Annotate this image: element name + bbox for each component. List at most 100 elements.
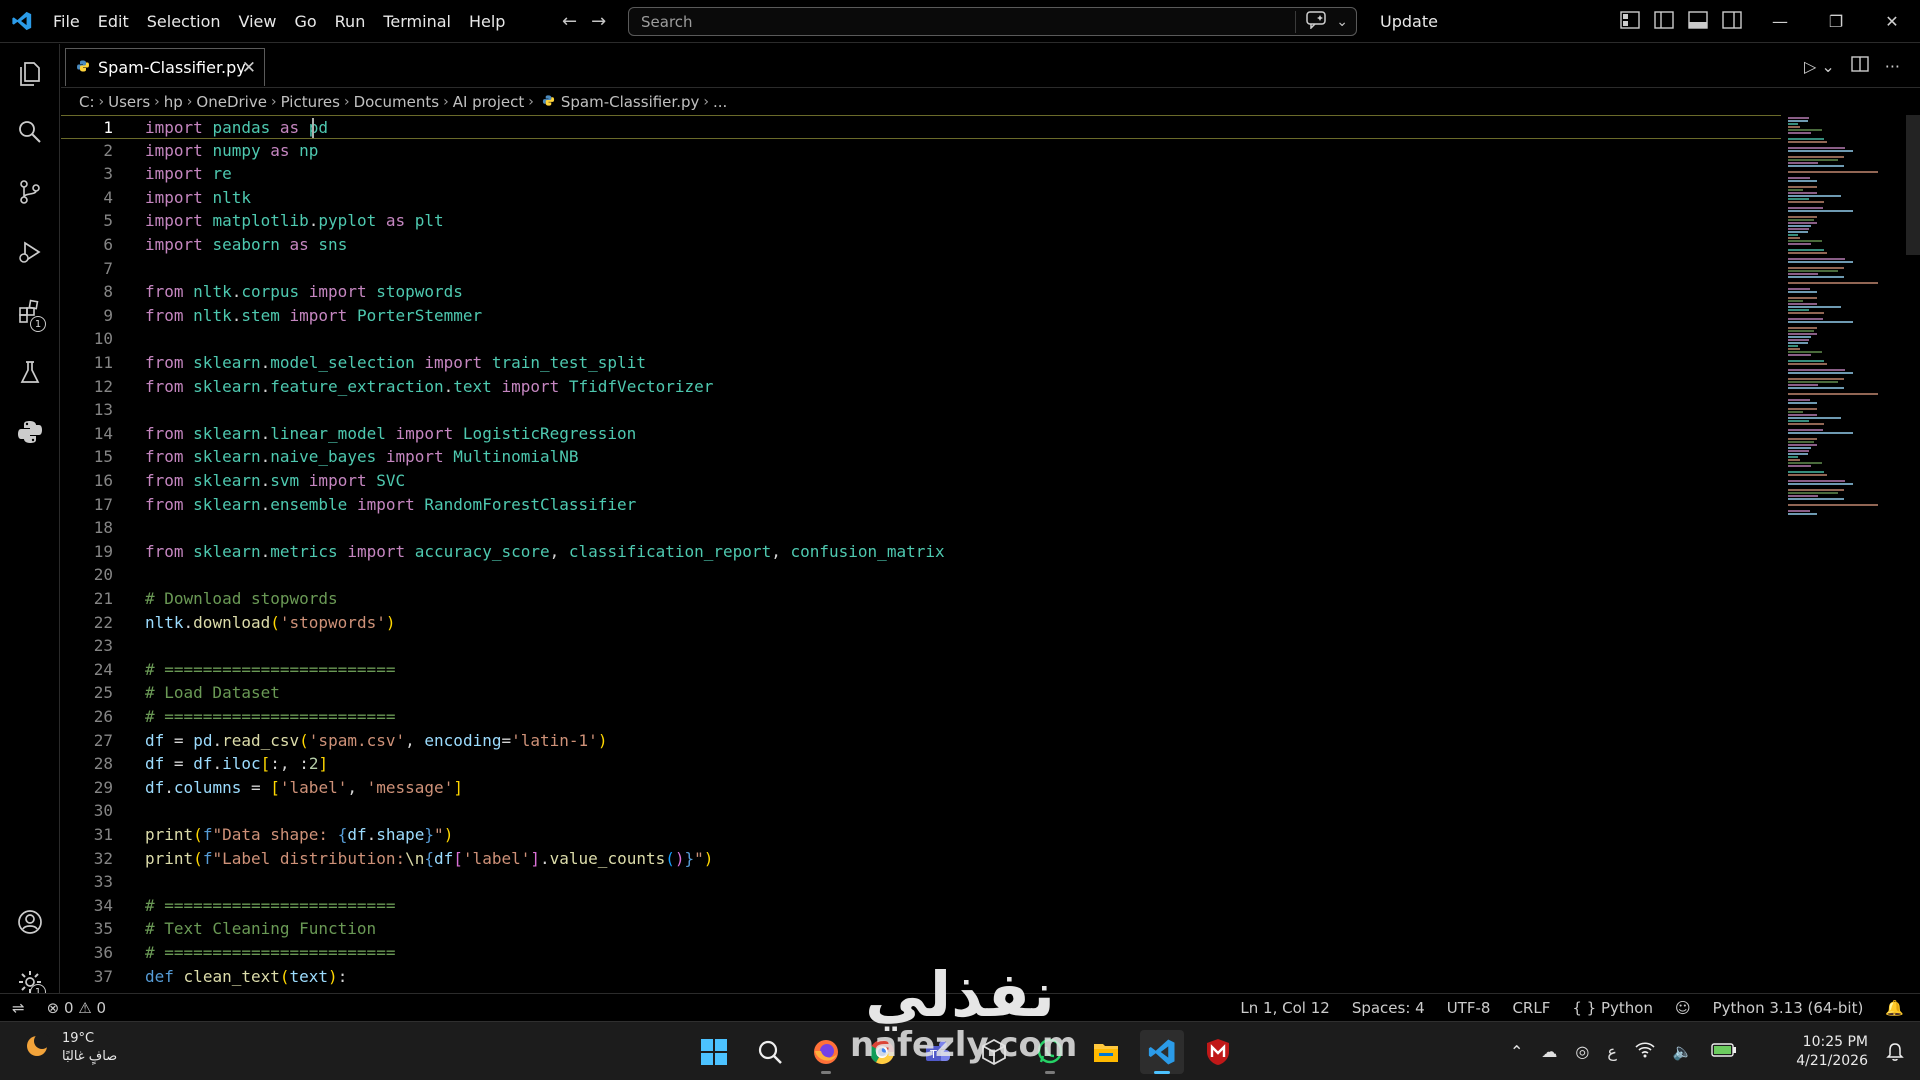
- code-text[interactable]: import re: [145, 162, 232, 186]
- code-line[interactable]: 8 from nltk.corpus import stopwords: [61, 280, 1781, 304]
- code-line[interactable]: 10: [61, 327, 1781, 351]
- file-encoding[interactable]: UTF-8: [1447, 999, 1491, 1017]
- code-text[interactable]: # ========================: [145, 658, 395, 682]
- code-editor[interactable]: 1 import pandas as pd 2 import numpy as np 3…: [61, 115, 1920, 993]
- code-line[interactable]: 31 print(f"Data shape: {df.shape}"): [61, 823, 1781, 847]
- close-icon[interactable]: ✕: [1864, 0, 1920, 43]
- code-line[interactable]: 30: [61, 799, 1781, 823]
- code-text[interactable]: import pandas as pd: [145, 116, 328, 140]
- weather-widget[interactable]: 19°C صافٍ غالبًا: [22, 1030, 117, 1066]
- code-text[interactable]: from sklearn.linear_model import Logisti…: [145, 422, 636, 446]
- menu-terminal[interactable]: Terminal: [374, 0, 460, 43]
- code-text[interactable]: from sklearn.svm import SVC: [145, 469, 405, 493]
- code-text[interactable]: import matplotlib.pyplot as plt: [145, 209, 444, 233]
- code-text[interactable]: df.columns = ['label', 'message']: [145, 776, 463, 800]
- code-text[interactable]: from sklearn.model_selection import trai…: [145, 351, 646, 375]
- code-line[interactable]: 7: [61, 257, 1781, 281]
- breadcrumb-item[interactable]: ...: [713, 93, 727, 111]
- breadcrumb-item[interactable]: OneDrive: [196, 93, 267, 111]
- minimize-icon[interactable]: —: [1752, 0, 1808, 43]
- sync-status-icon[interactable]: ◎: [1575, 1042, 1589, 1061]
- code-line[interactable]: 29 df.columns = ['label', 'message']: [61, 776, 1781, 800]
- code-line[interactable]: 2 import numpy as np: [61, 139, 1781, 163]
- code-text[interactable]: # Load Dataset: [145, 681, 280, 705]
- copilot-status-icon[interactable]: ☺: [1675, 999, 1691, 1017]
- code-text[interactable]: from nltk.stem import PorterStemmer: [145, 304, 482, 328]
- code-line[interactable]: 6 import seaborn as sns: [61, 233, 1781, 257]
- firefox-icon[interactable]: [804, 1030, 848, 1074]
- toggle-secondary-sidebar-icon[interactable]: [1722, 10, 1742, 33]
- code-line[interactable]: 32 print(f"Label distribution:\n{df['labe…: [61, 847, 1781, 871]
- code-line[interactable]: 35 # Text Cleaning Function: [61, 917, 1781, 941]
- code-text[interactable]: df = df.iloc[:, :2]: [145, 752, 328, 776]
- breadcrumb-item[interactable]: Documents: [354, 93, 440, 111]
- code-text[interactable]: import seaborn as sns: [145, 233, 347, 257]
- tab-spam-classifier[interactable]: Spam-Classifier.py ✕: [65, 48, 265, 86]
- code-text[interactable]: from sklearn.metrics import accuracy_sco…: [145, 540, 945, 564]
- split-editor-icon[interactable]: [1851, 56, 1869, 76]
- code-text[interactable]: nltk.download('stopwords'): [145, 611, 395, 635]
- wifi-icon[interactable]: [1635, 1041, 1655, 1062]
- code-line[interactable]: 26 # ========================: [61, 705, 1781, 729]
- menu-go[interactable]: Go: [285, 0, 325, 43]
- close-tab-icon[interactable]: ✕: [242, 58, 256, 78]
- volume-icon[interactable]: 🔈: [1673, 1042, 1693, 1061]
- breadcrumb-item[interactable]: Users: [108, 93, 150, 111]
- minimap[interactable]: [1786, 115, 1906, 993]
- source-control-icon[interactable]: [10, 172, 50, 212]
- testing-icon[interactable]: [10, 352, 50, 392]
- code-text[interactable]: print(f"Data shape: {df.shape}"): [145, 823, 453, 847]
- breadcrumb-item[interactable]: Spam-Classifier.py: [561, 93, 700, 111]
- battery-icon[interactable]: [1711, 1042, 1737, 1061]
- chrome-icon[interactable]: [860, 1030, 904, 1074]
- forward-arrow-icon[interactable]: →: [591, 11, 606, 32]
- notifications-bell-icon[interactable]: 🔔: [1885, 999, 1904, 1017]
- problems-indicator[interactable]: ⊗ 0 ⚠ 0: [47, 999, 106, 1017]
- code-text[interactable]: import numpy as np: [145, 139, 318, 163]
- code-line[interactable]: 17 from sklearn.ensemble import RandomFor…: [61, 493, 1781, 517]
- code-text[interactable]: # ========================: [145, 894, 395, 918]
- code-line[interactable]: 20: [61, 563, 1781, 587]
- code-line[interactable]: 34 # ========================: [61, 894, 1781, 918]
- breadcrumb-item[interactable]: C:: [79, 93, 95, 111]
- code-text[interactable]: # ========================: [145, 705, 395, 729]
- code-line[interactable]: 21 # Download stopwords: [61, 587, 1781, 611]
- breadcrumb-item[interactable]: AI project: [453, 93, 525, 111]
- code-text[interactable]: from sklearn.ensemble import RandomFores…: [145, 493, 636, 517]
- code-line[interactable]: 11 from sklearn.model_selection import tr…: [61, 351, 1781, 375]
- code-text[interactable]: # Text Cleaning Function: [145, 917, 376, 941]
- code-text[interactable]: # Download stopwords: [145, 587, 338, 611]
- teams-icon[interactable]: T: [916, 1030, 960, 1074]
- mcafee-icon[interactable]: [1196, 1030, 1240, 1074]
- explorer-icon[interactable]: [10, 54, 50, 94]
- code-line[interactable]: 13: [61, 398, 1781, 422]
- code-text[interactable]: df = pd.read_csv('spam.csv', encoding='l…: [145, 729, 607, 753]
- menu-selection[interactable]: Selection: [138, 0, 230, 43]
- python-interpreter[interactable]: Python 3.13 (64-bit): [1713, 999, 1864, 1017]
- more-actions-icon[interactable]: ···: [1885, 57, 1900, 76]
- restore-icon[interactable]: ❐: [1808, 0, 1864, 43]
- indentation[interactable]: Spaces: 4: [1352, 999, 1425, 1017]
- code-text[interactable]: print(f"Label distribution:\n{df['label'…: [145, 847, 713, 871]
- code-line[interactable]: 25 # Load Dataset: [61, 681, 1781, 705]
- show-hidden-icons-chevron-icon[interactable]: ⌃: [1510, 1042, 1523, 1061]
- system-clock[interactable]: 10:25 PM 4/21/2026: [1796, 1033, 1868, 1071]
- copilot-chat-icon[interactable]: [1306, 11, 1327, 33]
- package-icon[interactable]: [972, 1030, 1016, 1074]
- start-windows-icon[interactable]: [692, 1030, 736, 1074]
- menu-edit[interactable]: Edit: [89, 0, 138, 43]
- code-text[interactable]: from sklearn.naive_bayes import Multinom…: [145, 445, 579, 469]
- code-text[interactable]: from sklearn.feature_extraction.text imp…: [145, 375, 713, 399]
- code-text[interactable]: from nltk.corpus import stopwords: [145, 280, 463, 304]
- code-line[interactable]: 28 df = df.iloc[:, :2]: [61, 752, 1781, 776]
- code-line[interactable]: 16 from sklearn.svm import SVC: [61, 469, 1781, 493]
- menu-help[interactable]: Help: [460, 0, 514, 43]
- code-line[interactable]: 12 from sklearn.feature_extraction.text i…: [61, 375, 1781, 399]
- notification-center-icon[interactable]: [1886, 1042, 1904, 1066]
- menu-view[interactable]: View: [230, 0, 286, 43]
- accounts-icon[interactable]: [10, 902, 50, 942]
- cursor-position[interactable]: Ln 1, Col 12: [1240, 999, 1329, 1017]
- end-of-line[interactable]: CRLF: [1512, 999, 1550, 1017]
- code-line[interactable]: 18: [61, 516, 1781, 540]
- code-line[interactable]: 23: [61, 634, 1781, 658]
